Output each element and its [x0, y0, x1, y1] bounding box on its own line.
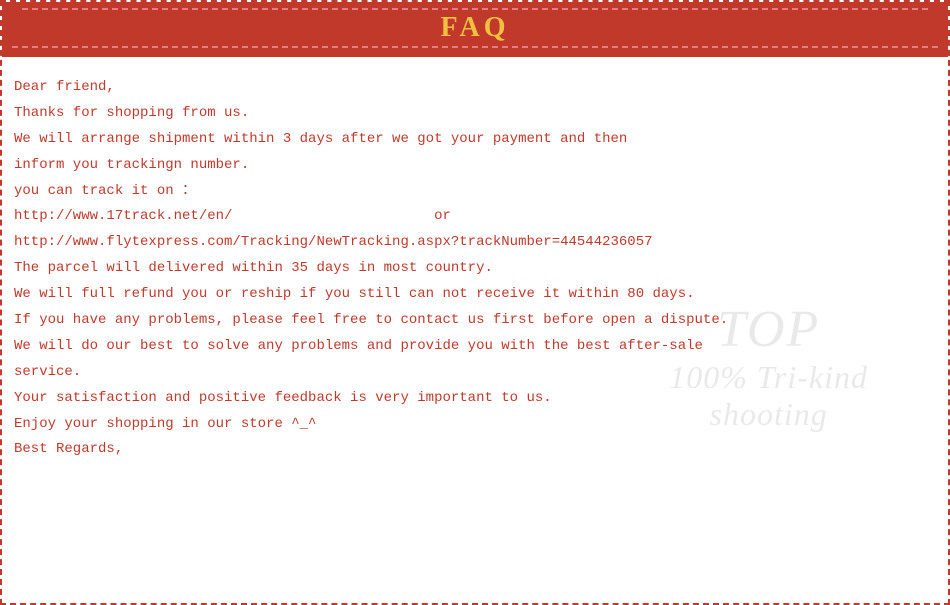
- content-section: TOP 100% Tri-kind shooting Dear friend,T…: [2, 57, 948, 473]
- content-line-14: Best Regards,: [14, 437, 936, 463]
- content-lines: Dear friend,Thanks for shopping from us.…: [14, 75, 936, 463]
- content-line-0: Dear friend,: [14, 75, 936, 101]
- content-line-11: service.: [14, 360, 936, 386]
- content-line-1: Thanks for shopping from us.: [14, 101, 936, 127]
- content-line-7: The parcel will delivered within 35 days…: [14, 256, 936, 282]
- content-line-12: Your satisfaction and positive feedback …: [14, 386, 936, 412]
- faq-title: FAQ: [440, 12, 509, 43]
- content-line-3: inform you trackingn number.: [14, 153, 936, 179]
- content-line-2: We will arrange shipment within 3 days a…: [14, 127, 936, 153]
- dashed-line-top: [22, 8, 928, 10]
- content-line-4: you can track it on ：: [14, 179, 936, 205]
- dashed-line-bottom: [12, 46, 938, 48]
- content-line-5: http://www.17track.net/en/ or: [14, 204, 936, 230]
- content-line-8: We will full refund you or reship if you…: [14, 282, 936, 308]
- content-line-9: If you have any problems, please feel fr…: [14, 308, 936, 334]
- page-wrapper: FAQ TOP 100% Tri-kind shooting Dear frie…: [0, 0, 950, 605]
- content-line-13: Enjoy your shopping in our store ^_^: [14, 412, 936, 438]
- content-line-6: http://www.flytexpress.com/Tracking/NewT…: [14, 230, 936, 256]
- header-section: FAQ: [2, 2, 948, 57]
- content-line-10: We will do our best to solve any problem…: [14, 334, 936, 360]
